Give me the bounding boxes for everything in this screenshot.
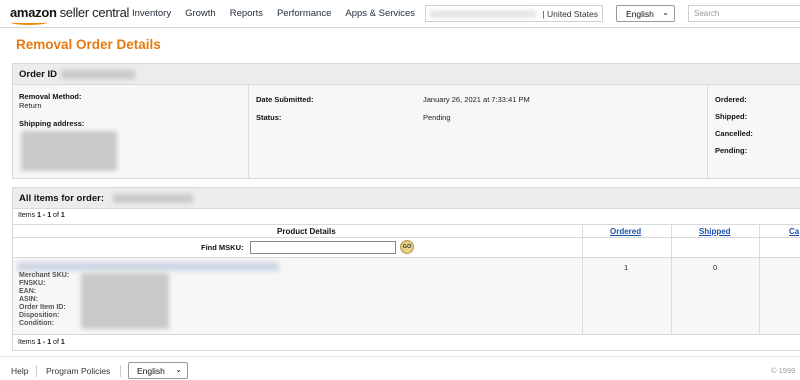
column-divider (582, 225, 583, 238)
column-divider (671, 225, 672, 238)
product-details-header: Product Details (277, 227, 336, 236)
search-placeholder: Search (694, 9, 720, 18)
search-input[interactable]: Search (688, 5, 800, 22)
qty-ordered-label: Ordered: (715, 95, 747, 104)
go-button[interactable]: GO (400, 240, 414, 254)
attr-merchant-sku: Merchant SKU: (19, 272, 70, 279)
column-divider (759, 225, 760, 238)
language-value: English (626, 9, 654, 19)
attr-ean: EAN: (19, 288, 37, 295)
order-body: Removal Method: Return Shipping address:… (13, 85, 800, 179)
logo-sub: seller central (59, 5, 130, 20)
qty-cancelled-label: Cancelled: (715, 129, 753, 138)
amazon-smile-icon (11, 20, 47, 25)
attr-order-item-id: Order Item ID: (19, 304, 66, 311)
items-count-of: of (53, 212, 59, 219)
nav-growth[interactable]: Growth (185, 8, 216, 19)
items-header: All items for order: (13, 188, 800, 209)
help-link[interactable]: Help (11, 366, 28, 376)
date-submitted-label: Date Submitted: (256, 95, 314, 104)
column-divider (582, 238, 583, 258)
items-count-total: 1 (60, 212, 65, 219)
redacted-product-title (17, 262, 279, 271)
order-id-header: Order ID (13, 64, 800, 85)
chevron-down-icon: ⌄ (662, 8, 669, 17)
status-label: Status: (256, 113, 282, 122)
main-menu: Inventory Growth Reports Performance App… (132, 8, 415, 19)
date-submitted-value: January 26, 2021 at 7:33:41 PM (423, 95, 530, 104)
items-header-label: All items for order: (19, 193, 104, 204)
order-details-panel: Order ID Removal Method: Return Shipping… (12, 63, 800, 179)
language-select[interactable]: English ⌄ (616, 5, 675, 22)
qty-pending-label: Pending: (715, 146, 748, 155)
attr-fnsku: FNSKU: (19, 280, 46, 287)
items-count-range: 1 - 1 (37, 212, 52, 219)
logo-brand: amazon (10, 5, 57, 20)
items-count-top: Items 1 - 1 of 1 (18, 212, 65, 219)
redacted-store-name (430, 10, 536, 18)
redacted-order-id (113, 194, 193, 203)
items-count-prefix: Items (18, 212, 36, 219)
row-ordered-qty: 1 (624, 263, 629, 272)
qty-shipped-label: Shipped: (715, 112, 748, 121)
page-title: Removal Order Details (16, 37, 161, 52)
ordered-column-sort[interactable]: Ordered (610, 227, 641, 236)
order-id-label: Order ID (19, 69, 58, 80)
table-row: Merchant SKU: FNSKU: EAN: ASIN: Order It… (13, 258, 800, 335)
removal-method-label: Removal Method: (19, 92, 82, 101)
msku-filter-row: Find MSKU: GO (13, 238, 800, 258)
footer-language-select[interactable]: English ⌄ (128, 362, 188, 379)
attr-condition: Condition: (19, 320, 54, 327)
top-nav: amazon seller central Inventory Growth Re… (0, 0, 800, 28)
items-count-total: 1 (60, 339, 65, 346)
column-divider (707, 85, 708, 179)
nav-performance[interactable]: Performance (277, 8, 331, 19)
column-divider (582, 258, 583, 335)
shipped-column-sort[interactable]: Shipped (699, 227, 731, 236)
nav-reports[interactable]: Reports (230, 8, 263, 19)
chevron-down-icon: ⌄ (175, 365, 182, 374)
table-header: Product Details Ordered Shipped Ca (13, 224, 800, 238)
nav-apps-services[interactable]: Apps & Services (345, 8, 415, 19)
column-divider (248, 85, 249, 179)
column-divider (671, 238, 672, 258)
footer-divider (120, 365, 121, 377)
footer-divider (36, 365, 37, 377)
column-divider (671, 258, 672, 335)
items-count-bottom: Items 1 - 1 of 1 (18, 339, 65, 346)
redacted-shipping-address (21, 131, 117, 171)
footer-language-value: English (137, 366, 165, 376)
msku-search-input[interactable] (250, 241, 396, 254)
column-divider (759, 238, 760, 258)
cancelled-column-sort[interactable]: Ca (789, 227, 799, 236)
attr-asin: ASIN: (19, 296, 39, 303)
marketplace-switcher[interactable]: | United States (425, 5, 603, 22)
order-items-panel: All items for order: Items 1 - 1 of 1 Pr… (12, 187, 800, 351)
column-divider (759, 258, 760, 335)
status-value: Pending (423, 113, 451, 122)
seller-central-logo[interactable]: amazon seller central (10, 5, 130, 25)
items-count-prefix: Items (18, 339, 36, 346)
removal-method-value: Return (19, 101, 42, 110)
program-policies-link[interactable]: Program Policies (46, 366, 110, 376)
copyright: © 1999 (771, 366, 796, 375)
shipping-address-label: Shipping address: (19, 119, 85, 128)
marketplace-label: | United States (542, 9, 598, 19)
nav-inventory[interactable]: Inventory (132, 8, 171, 19)
attr-disposition: Disposition: (19, 312, 60, 319)
row-shipped-qty: 0 (713, 263, 718, 272)
redacted-order-id (61, 70, 135, 79)
items-count-range: 1 - 1 (37, 339, 52, 346)
footer: Help Program Policies English ⌄ © 1999 (0, 356, 800, 380)
redacted-attribute-values (81, 273, 169, 329)
items-count-of: of (53, 339, 59, 346)
find-msku-label: Find MSKU: (201, 243, 244, 252)
